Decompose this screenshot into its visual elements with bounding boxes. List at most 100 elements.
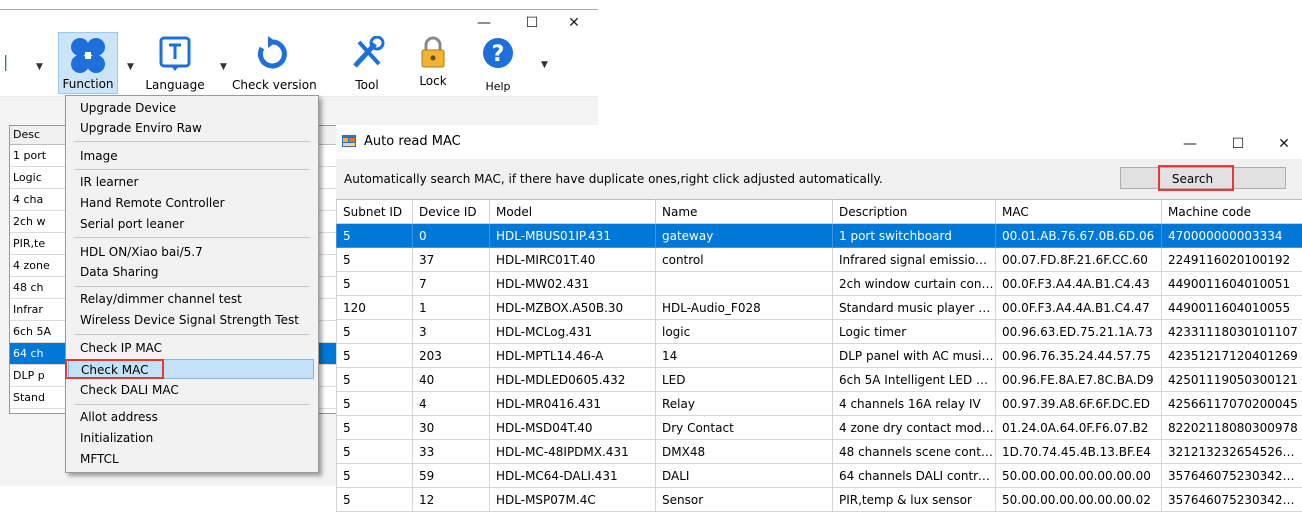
cell-device-id[interactable]: 1 (413, 296, 490, 320)
cell-device-id[interactable]: 59 (413, 464, 490, 488)
cell-subnet-id[interactable]: 5 (337, 248, 413, 272)
cell-name[interactable]: LED (656, 368, 833, 392)
cell-subnet-id[interactable]: 5 (337, 368, 413, 392)
cell-description[interactable]: Standard music player devi... (833, 296, 996, 320)
table-row[interactable]: 533HDL-MC-48IPDMX.431DMX4848 channels sc… (337, 440, 1302, 464)
cell-description[interactable]: Logic timer (833, 320, 996, 344)
column-header-device-id[interactable]: Device ID (413, 200, 490, 224)
cell-description[interactable]: 4 zone dry contact module... (833, 416, 996, 440)
cell-subnet-id[interactable]: 5 (337, 320, 413, 344)
cell-device-id[interactable]: 4 (413, 392, 490, 416)
cell-machine-code[interactable]: 42566117070200045 (1162, 392, 1302, 416)
cell-device-id[interactable]: 3 (413, 320, 490, 344)
cell-device-id[interactable]: 12 (413, 488, 490, 512)
cell-device-id[interactable]: 40 (413, 368, 490, 392)
maximize-button[interactable]: ☐ (518, 14, 546, 32)
close-button[interactable]: ✕ (560, 14, 588, 32)
cell-machine-code[interactable]: 35764607523034234... (1162, 464, 1302, 488)
table-row-selected[interactable]: 50HDL-MBUS01IP.431gateway1 port switchbo… (337, 224, 1302, 248)
dropdown-arrow-icon[interactable]: ▼ (36, 62, 43, 72)
table-row[interactable]: 530HDL-MSD04T.40Dry Contact4 zone dry co… (337, 416, 1302, 440)
cell-machine-code[interactable]: 32121323265452654... (1162, 440, 1302, 464)
cell-model[interactable]: HDL-MBUS01IP.431 (490, 224, 656, 248)
language-button[interactable]: Language (140, 32, 210, 94)
cell-model[interactable]: HDL-MW02.431 (490, 272, 656, 296)
cell-description[interactable]: Infrared signal emission,re... (833, 248, 996, 272)
cell-machine-code[interactable]: 2249116020100192 (1162, 248, 1302, 272)
lock-button[interactable]: Lock (408, 32, 458, 94)
menu-item-initialization[interactable]: Initialization (68, 428, 314, 448)
menu-item-check-ip-mac[interactable]: Check IP MAC (68, 338, 314, 358)
menu-item-image[interactable]: Image (68, 146, 314, 166)
cell-mac[interactable]: 01.24.0A.64.0F.F6.07.B2 (996, 416, 1162, 440)
cell-mac[interactable]: 00.0F.F3.A4.4A.B1.C4.43 (996, 272, 1162, 296)
cell-subnet-id[interactable]: 5 (337, 344, 413, 368)
cell-subnet-id[interactable]: 5 (337, 416, 413, 440)
table-row[interactable]: 1201HDL-MZBOX.A50B.30HDL-Audio_F028Stand… (337, 296, 1302, 320)
column-header-description[interactable]: Description (833, 200, 996, 224)
function-dropdown-icon[interactable]: ▼ (127, 62, 134, 72)
cell-mac[interactable]: 1D.70.74.45.4B.13.BF.E4 (996, 440, 1162, 464)
cell-model[interactable]: HDL-MR0416.431 (490, 392, 656, 416)
cell-device-id[interactable]: 7 (413, 272, 490, 296)
cell-description[interactable]: 48 channels scene controll... (833, 440, 996, 464)
cell-subnet-id[interactable]: 5 (337, 464, 413, 488)
column-header-name[interactable]: Name (656, 200, 833, 224)
table-row[interactable]: 54HDL-MR0416.431Relay4 channels 16A rela… (337, 392, 1302, 416)
mac-maximize-button[interactable]: ☐ (1224, 135, 1252, 153)
cell-subnet-id[interactable]: 5 (337, 440, 413, 464)
menu-item-serial-port-leaner[interactable]: Serial port leaner (68, 214, 314, 234)
mac-close-button[interactable]: ✕ (1270, 135, 1298, 153)
column-header-mac[interactable]: MAC (996, 200, 1162, 224)
table-row[interactable]: 5203HDL-MPTL14.46-A14DLP panel with AC m… (337, 344, 1302, 368)
table-row[interactable]: 537HDL-MIRC01T.40controlInfrared signal … (337, 248, 1302, 272)
cell-description[interactable]: PIR,temp & lux sensor (833, 488, 996, 512)
table-row[interactable]: 53HDL-MCLog.431logicLogic timer00.96.63.… (337, 320, 1302, 344)
cell-name[interactable]: gateway (656, 224, 833, 248)
cell-mac[interactable]: 00.96.FE.8A.E7.8C.BA.D9 (996, 368, 1162, 392)
cell-name[interactable]: logic (656, 320, 833, 344)
cell-device-id[interactable]: 203 (413, 344, 490, 368)
cell-model[interactable]: HDL-MC-48IPDMX.431 (490, 440, 656, 464)
cell-machine-code[interactable]: 4490011604010051 (1162, 272, 1302, 296)
menu-item-allot-address[interactable]: Allot address (68, 407, 314, 427)
column-header-model[interactable]: Model (490, 200, 656, 224)
cell-description[interactable]: DLP panel with AC music cl... (833, 344, 996, 368)
menu-item-check-dali-mac[interactable]: Check DALI MAC (68, 380, 314, 400)
cell-model[interactable]: HDL-MIRC01T.40 (490, 248, 656, 272)
minimize-button[interactable]: — (470, 14, 498, 32)
cell-subnet-id[interactable]: 120 (337, 296, 413, 320)
cell-machine-code[interactable]: 35764607523034234... (1162, 488, 1302, 512)
language-dropdown-icon[interactable]: ▼ (220, 62, 227, 72)
table-row[interactable]: 559HDL-MC64-DALI.431DALI64 channels DALI… (337, 464, 1302, 488)
cell-mac[interactable]: 50.00.00.00.00.00.00.00 (996, 464, 1162, 488)
cell-description[interactable]: 4 channels 16A relay IV (833, 392, 996, 416)
cell-mac[interactable]: 00.96.76.35.24.44.57.75 (996, 344, 1162, 368)
cell-machine-code[interactable]: 4490011604010055 (1162, 296, 1302, 320)
menu-item-upgrade-enviro-raw[interactable]: Upgrade Enviro Raw (68, 118, 314, 138)
column-header-subnet-id[interactable]: Subnet ID (337, 200, 413, 224)
cell-mac[interactable]: 00.0F.F3.A4.4A.B1.C4.47 (996, 296, 1162, 320)
cell-model[interactable]: HDL-MPTL14.46-A (490, 344, 656, 368)
cell-mac[interactable]: 00.01.AB.76.67.0B.6D.06 (996, 224, 1162, 248)
cell-name[interactable]: control (656, 248, 833, 272)
cell-machine-code[interactable]: 42351217120401269 (1162, 344, 1302, 368)
cell-model[interactable]: HDL-MDLED0605.432 (490, 368, 656, 392)
table-row[interactable]: 540HDL-MDLED0605.432LED6ch 5A Intelligen… (337, 368, 1302, 392)
cell-name[interactable]: Dry Contact (656, 416, 833, 440)
cell-description[interactable]: 6ch 5A Intelligent LED dim... (833, 368, 996, 392)
cell-subnet-id[interactable]: 5 (337, 392, 413, 416)
menu-item-wireless-signal-test[interactable]: Wireless Device Signal Strength Test (68, 310, 314, 330)
cell-model[interactable]: HDL-MCLog.431 (490, 320, 656, 344)
check-version-button[interactable]: Check version (232, 32, 312, 94)
cell-device-id[interactable]: 33 (413, 440, 490, 464)
menu-item-hand-remote-controller[interactable]: Hand Remote Controller (68, 193, 314, 213)
help-dropdown-icon[interactable]: ▼ (541, 60, 548, 70)
function-button[interactable]: Function (58, 32, 118, 94)
cell-model[interactable]: HDL-MZBOX.A50B.30 (490, 296, 656, 320)
mac-minimize-button[interactable]: — (1176, 135, 1204, 153)
cell-mac[interactable]: 00.07.FD.8F.21.6F.CC.60 (996, 248, 1162, 272)
cell-mac[interactable]: 50.00.00.00.00.00.00.02 (996, 488, 1162, 512)
cell-name[interactable]: HDL-Audio_F028 (656, 296, 833, 320)
menu-item-ir-learner[interactable]: IR learner (68, 172, 314, 192)
